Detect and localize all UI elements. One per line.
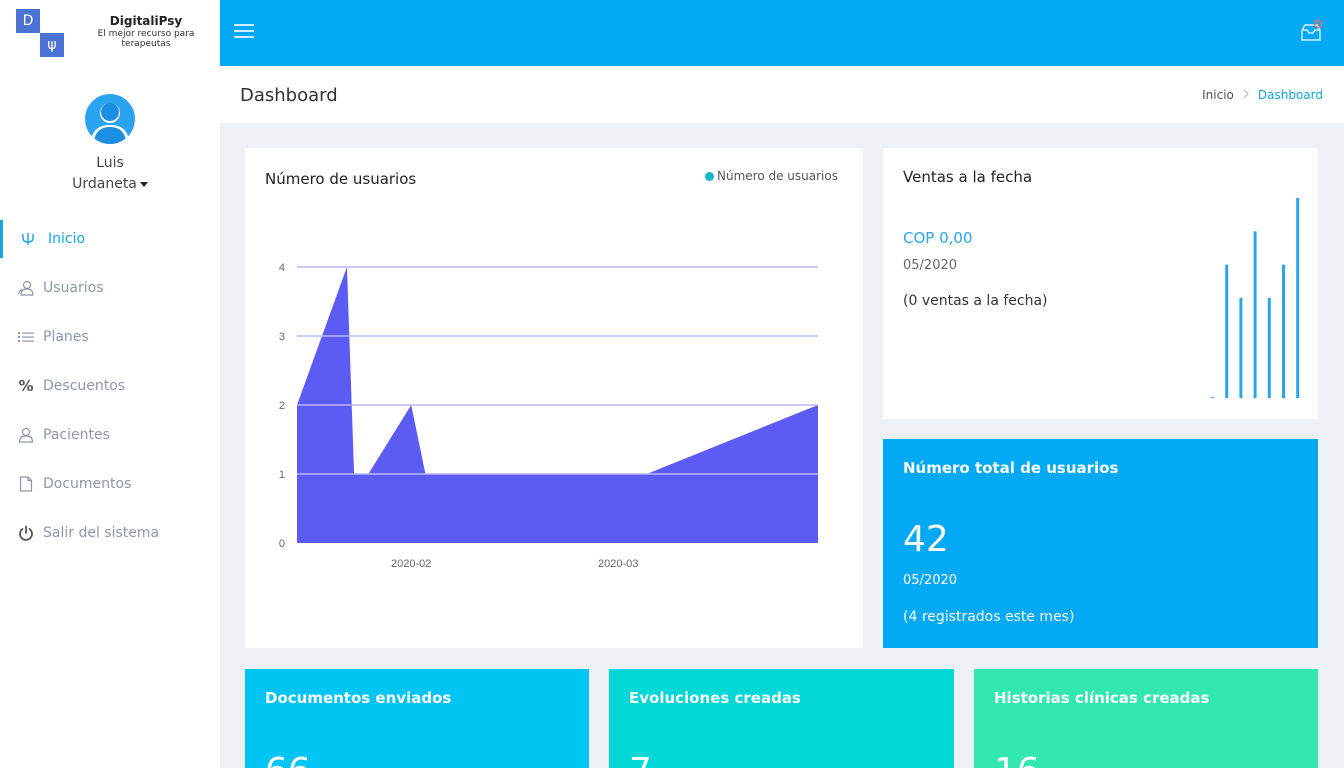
breadcrumb-home-link[interactable]: Inicio [1202, 88, 1234, 102]
users-icon [18, 280, 34, 296]
y-tick-label: 0 [279, 538, 285, 550]
caret-down-icon [139, 181, 148, 187]
list-icon [18, 329, 34, 345]
avatar [85, 94, 135, 144]
sales-bar [1225, 264, 1229, 398]
logo-d-tile: D [16, 9, 40, 33]
y-tick-label: 4 [279, 262, 285, 274]
sidebar-nav: Inicio Usuarios Planes % Descuentos Paci… [0, 214, 220, 557]
page-title: Dashboard [240, 85, 338, 106]
sidebar-item-documentos[interactable]: Documentos [0, 459, 220, 508]
y-tick-label: 3 [279, 331, 285, 343]
sidebar-item-label: Salir del sistema [43, 524, 160, 541]
x-tick-label: 2020-03 [598, 558, 638, 570]
sales-bar [1267, 298, 1271, 398]
sidebar-item-inicio[interactable]: Inicio [0, 214, 220, 263]
sidebar-item-label: Descuentos [43, 377, 126, 394]
mail-inbox-icon[interactable] [1299, 19, 1323, 44]
document-icon [18, 475, 34, 492]
chart-title: Número de usuarios [265, 170, 417, 188]
sales-bar [1296, 198, 1300, 398]
user-menu-toggle[interactable]: Urdaneta [0, 176, 220, 192]
total-users-title: Número total de usuarios [903, 459, 1119, 477]
percent-icon: % [18, 376, 34, 395]
documents-title: Documentos enviados [265, 689, 452, 707]
power-icon [18, 525, 34, 541]
total-users-value: 42 [903, 519, 949, 560]
sidebar-item-pacientes[interactable]: Pacientes [0, 410, 220, 459]
user-last-name: Urdaneta [72, 176, 137, 192]
total-users-date: 05/2020 [903, 573, 958, 588]
sales-bar [1211, 397, 1214, 398]
sidebar-item-label: Planes [43, 328, 89, 345]
sidebar: D ψ DigitaliPsy El mejor recurso para te… [0, 0, 220, 768]
users-chart-card: 0 1 2 3 4 2020-02 2020-03 Número de usuarios N… [245, 148, 863, 648]
chart-legend[interactable]: Número de usuarios [705, 169, 838, 183]
evolutions-title: Evoluciones creadas [629, 689, 801, 707]
evolutions-card: Evoluciones creadas 7 [609, 669, 954, 768]
breadcrumb-current: Dashboard [1257, 88, 1323, 102]
sales-sparkline-bars [1211, 198, 1300, 398]
sidebar-item-label: Pacientes [43, 426, 110, 443]
documents-value: 66 [265, 751, 311, 768]
brand-name: DigitaliPsy [109, 14, 183, 28]
logo[interactable]: D ψ DigitaliPsy El mejor recurso para te… [0, 0, 220, 66]
sales-bar [1253, 231, 1257, 398]
user-silhouette-icon [91, 103, 129, 144]
logo-psi-tile: ψ [40, 33, 64, 57]
sales-bar [1282, 264, 1285, 398]
users-area-chart: 0 1 2 3 4 2020-02 2020-03 [279, 262, 818, 570]
brand-tagline: El mejor recurso para terapeutas [97, 29, 195, 49]
user-icon [18, 427, 34, 443]
clinical-histories-card: Historias clínicas creadas 16 [974, 669, 1318, 768]
y-tick-label: 2 [279, 400, 285, 412]
sidebar-item-label: Documentos [43, 475, 132, 492]
total-users-note: (4 registrados este mes) [903, 609, 1075, 625]
sidebar-item-label: Inicio [48, 230, 86, 247]
histories-title: Historias clínicas creadas [994, 689, 1210, 707]
sidebar-item-descuentos[interactable]: % Descuentos [0, 361, 220, 410]
total-users-card: Número total de usuarios 42 05/2020 (4 r… [883, 439, 1318, 648]
sidebar-item-label: Usuarios [43, 279, 104, 296]
sidebar-item-usuarios[interactable]: Usuarios [0, 263, 220, 312]
sidebar-item-planes[interactable]: Planes [0, 312, 220, 361]
sales-card: Ventas a la fecha COP 0,00 05/2020 (0 ve… [883, 148, 1318, 419]
x-tick-label: 2020-02 [391, 558, 431, 570]
y-tick-label: 1 [279, 469, 285, 481]
topbar [220, 0, 1344, 66]
chevron-right-icon [1243, 88, 1249, 102]
documents-sent-card: Documentos enviados 66 [245, 669, 589, 768]
hamburger-icon[interactable] [234, 23, 254, 39]
evolutions-value: 7 [629, 751, 652, 768]
page-title-bar: Dashboard Inicio Dashboard [220, 66, 1344, 123]
breadcrumb: Inicio Dashboard [1202, 88, 1323, 102]
histories-value: 16 [994, 751, 1040, 768]
user-first-name: Luis [96, 155, 124, 171]
sales-bar [1239, 298, 1243, 398]
legend-label: Número de usuarios [717, 169, 838, 183]
sidebar-item-salir[interactable]: Salir del sistema [0, 508, 220, 557]
legend-swatch [705, 171, 715, 181]
psi-icon [20, 231, 36, 247]
